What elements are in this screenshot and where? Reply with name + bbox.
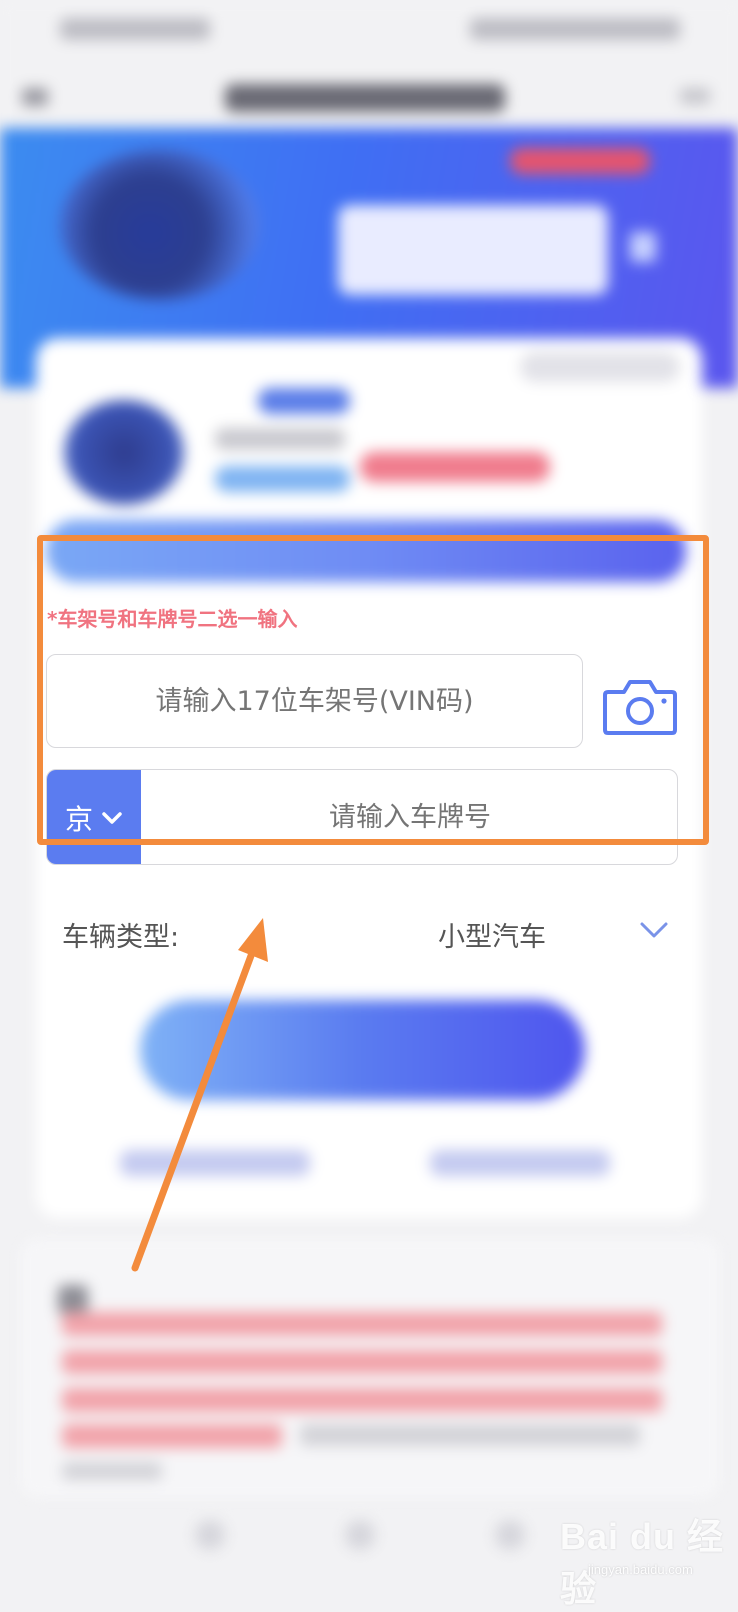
bottom-link[interactable] — [120, 1150, 310, 1176]
back-icon[interactable] — [22, 88, 48, 106]
query-button[interactable] — [140, 1000, 585, 1100]
baidu-watermark: Bai du 经验 — [560, 1516, 725, 1609]
watermark-url: jingyan.baidu.com — [588, 1562, 693, 1577]
chevron-down-icon[interactable] — [638, 918, 670, 942]
tab-icon[interactable] — [495, 1520, 525, 1550]
tab-icon[interactable] — [195, 1520, 225, 1550]
vehicle-type-label: 车辆类型: — [62, 922, 180, 953]
banner-car-image — [60, 150, 260, 300]
pill-badge — [360, 452, 550, 482]
banner-arrow-icon — [630, 232, 656, 262]
notice-line — [62, 1462, 162, 1480]
banner-box[interactable] — [338, 205, 608, 295]
notice-line — [62, 1388, 662, 1412]
bottom-link[interactable] — [430, 1150, 610, 1176]
vehicle-type-value[interactable]: 小型汽车 — [438, 915, 546, 954]
notice-icon — [58, 1285, 88, 1315]
banner-badge — [510, 148, 650, 174]
notice-line — [62, 1312, 662, 1336]
more-icon[interactable] — [680, 88, 710, 104]
pill-badge — [258, 388, 350, 414]
highlight-frame — [37, 535, 709, 845]
tab-icon[interactable] — [345, 1520, 375, 1550]
card-tag[interactable] — [520, 352, 680, 382]
notice-line — [300, 1424, 640, 1446]
notice-line — [62, 1424, 282, 1448]
status-left-icons — [60, 18, 210, 40]
avatar — [64, 400, 184, 505]
notice-line — [62, 1350, 662, 1374]
card-subtitle — [215, 428, 345, 450]
pill-badge — [215, 466, 350, 492]
status-right-icons — [470, 18, 680, 40]
page-title — [225, 84, 505, 112]
